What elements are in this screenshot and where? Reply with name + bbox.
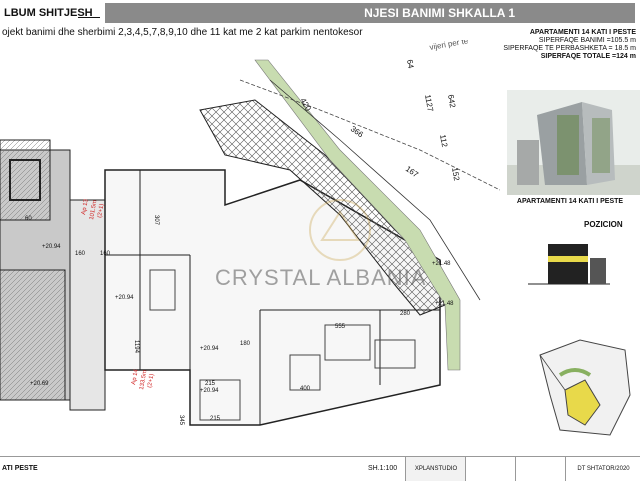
level-7: +20.69 — [30, 381, 49, 387]
album-underline — [78, 17, 100, 18]
sheet-title: NJESI BANIMI SHKALLA 1 — [105, 3, 635, 23]
scale-label: SH.1:100 — [368, 465, 398, 472]
dim-4: 64 — [405, 59, 416, 70]
level-3: +20.94 — [200, 346, 219, 352]
dim-7: 112 — [438, 134, 449, 149]
footer-cell-info — [515, 457, 566, 481]
footer-cell-blank — [465, 457, 516, 481]
title-block: ATI PESTE SH.1:100 XPLANSTUDIO DT SHTATO… — [0, 456, 640, 481]
corridor — [69, 199, 106, 411]
floor-label: ATI PESTE — [2, 465, 38, 472]
dim-12: 307 — [153, 215, 159, 226]
level-5: +21.48 — [435, 301, 454, 307]
dim-6: 1127 — [423, 94, 435, 113]
header-bar: LBUM SHITJESH NJESI BANIMI SHKALLA 1 — [0, 0, 640, 26]
dim-16: 555 — [335, 324, 346, 330]
dim-18: 400 — [300, 386, 311, 392]
album-label: LBUM SHITJESH — [4, 7, 93, 19]
project-description: ojekt banimi dhe sherbimi 2,3,4,5,7,8,9,… — [2, 27, 363, 38]
date-label: DT SHTATOR/2020 — [565, 457, 640, 481]
dim-10: 160 — [75, 251, 86, 257]
position-label: POZICION — [584, 220, 623, 229]
dim-9: 60 — [25, 216, 32, 222]
area-living: SIPERFAQE BANIMI =105.5 m — [538, 37, 636, 44]
apartment-info: APARTAMENTI 14 KATI I PESTE SIPERFAQE BA… — [495, 29, 636, 74]
level-6: +20.94 — [200, 388, 219, 394]
site-position-map — [539, 339, 631, 436]
apartment-name: APARTAMENTI 14 KATI I PESTE — [529, 29, 636, 36]
dim-17: 345 — [178, 415, 184, 426]
level-2: +20.94 — [115, 295, 134, 301]
dim-19: 215 — [210, 416, 221, 422]
photo-caption: APARTAMENTI 14 KATI I PESTE — [516, 198, 624, 205]
dim-15: 280 — [400, 311, 411, 317]
area-common: SIPERFAQE TE PERBASHKETA = 18.5 m — [503, 45, 636, 52]
level-4: +21.48 — [432, 261, 451, 267]
dim-20: 160 — [100, 251, 111, 257]
dim-2: 366 — [349, 124, 366, 139]
stair-block — [0, 139, 51, 221]
dim-14: 180 — [240, 341, 251, 347]
dim-8: 152 — [450, 167, 461, 182]
area-total: SIPERFAQE TOTALE =124 m — [540, 53, 636, 60]
building-rendering — [507, 90, 640, 195]
dim-3: 167 — [404, 164, 421, 179]
building-section — [528, 238, 610, 292]
boundary-label: vijeri per te — [429, 40, 470, 52]
apt-red-2: Ap 14 — [131, 368, 140, 385]
apt-red-2-type: (2+1) — [147, 373, 155, 388]
dim-11: 1194 — [133, 340, 139, 354]
floor-plan-drawing: CRYSTAL ALBANIA +20.94 +20.94 +20.94 +21… — [0, 40, 500, 426]
watermark-text: CRYSTAL ALBANIA — [215, 265, 426, 290]
studio-logo: XPLANSTUDIO — [405, 457, 466, 481]
dim-5: 642 — [446, 94, 457, 109]
level-1: +20.94 — [42, 244, 61, 250]
dim-13: 215 — [205, 381, 216, 387]
